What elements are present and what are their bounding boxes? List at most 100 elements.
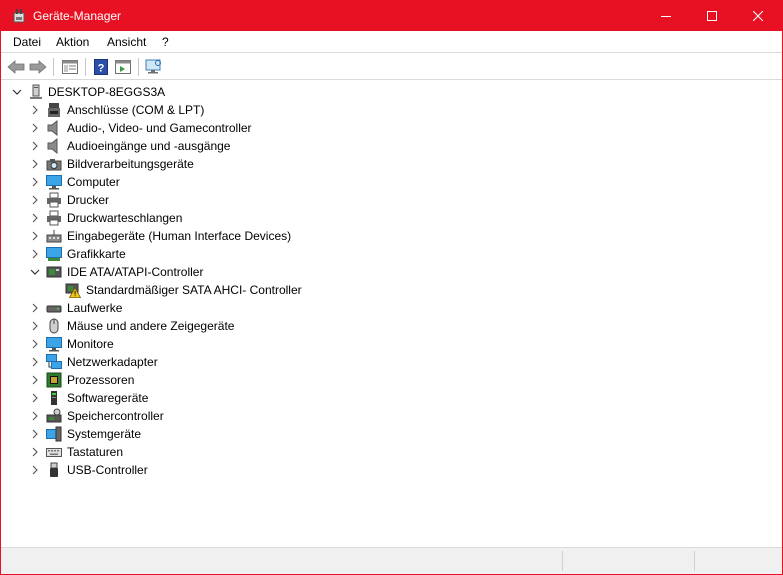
- tree-category-hid[interactable]: Eingabegeräte (Human Interface Devices): [1, 227, 401, 245]
- tree-category-label: Drucker: [67, 193, 110, 207]
- device-tree[interactable]: DESKTOP-8EGGS3A Anschlüsse (COM & LPT) A…: [1, 81, 782, 546]
- chevron-right-icon[interactable]: [30, 321, 40, 331]
- chevron-right-icon[interactable]: [30, 195, 40, 205]
- back-icon: [7, 60, 25, 74]
- maximize-button[interactable]: [689, 1, 735, 31]
- minimize-button[interactable]: [643, 1, 689, 31]
- warning-controller-icon: [65, 283, 81, 298]
- chevron-right-icon[interactable]: [30, 231, 40, 241]
- chevron-down-icon[interactable]: [12, 87, 22, 97]
- chevron-right-icon[interactable]: [30, 105, 40, 115]
- chevron-down-icon[interactable]: [30, 267, 40, 277]
- tree-category-monitors[interactable]: Monitore: [1, 335, 401, 353]
- tree-category-storage-controllers[interactable]: Speichercontroller: [1, 407, 401, 425]
- computer-root-icon: [30, 84, 42, 99]
- tree-root[interactable]: DESKTOP-8EGGS3A: [1, 83, 401, 101]
- tree-category-computer[interactable]: Computer: [1, 173, 401, 191]
- camera-icon: [46, 159, 62, 171]
- tree-category-label: Prozessoren: [67, 373, 135, 387]
- ide-controller-icon: [46, 266, 62, 278]
- maximize-icon: [707, 11, 717, 21]
- tree-category-label: Computer: [67, 175, 120, 189]
- chevron-right-icon[interactable]: [30, 411, 40, 421]
- tree-category-ports[interactable]: Anschlüsse (COM & LPT): [1, 101, 401, 119]
- tree-category-audio-video[interactable]: Audio-, Video- und Gamecontroller: [1, 119, 401, 137]
- chevron-right-icon[interactable]: [30, 123, 40, 133]
- tree-category-audio-io[interactable]: Audioeingänge und -ausgänge: [1, 137, 401, 155]
- scan-hardware-button[interactable]: [144, 57, 164, 77]
- chevron-right-icon[interactable]: [30, 429, 40, 439]
- menu-file[interactable]: Datei: [13, 35, 41, 49]
- tree-category-mice[interactable]: Mäuse und andere Zeigegeräte: [1, 317, 401, 335]
- chevron-right-icon[interactable]: [30, 447, 40, 457]
- tree-category-usb[interactable]: USB-Controller: [1, 461, 401, 479]
- properties-icon: [62, 60, 78, 74]
- processor-icon: [46, 372, 62, 388]
- help-button[interactable]: ?: [91, 57, 111, 77]
- tree-category-print-queues[interactable]: Druckwarteschlangen: [1, 209, 401, 227]
- tree-category-label: Audioeingänge und -ausgänge: [67, 139, 231, 153]
- toolbar-separator: [85, 58, 86, 76]
- tree-category-imaging[interactable]: Bildverarbeitungsgeräte: [1, 155, 401, 173]
- hid-icon: [46, 230, 62, 243]
- view-button[interactable]: [113, 57, 133, 77]
- tree-category-label: Grafikkarte: [67, 247, 126, 261]
- monitor-icon: [46, 337, 62, 352]
- chevron-right-icon[interactable]: [30, 303, 40, 313]
- tree-category-label: Laufwerke: [67, 301, 123, 315]
- storage-controller-icon: [46, 408, 62, 423]
- tree-category-software-devices[interactable]: Softwaregeräte: [1, 389, 401, 407]
- chevron-right-icon[interactable]: [30, 249, 40, 259]
- tree-category-keyboards[interactable]: Tastaturen: [1, 443, 401, 461]
- window-title: Geräte-Manager: [33, 9, 122, 23]
- tree-category-label: Eingabegeräte (Human Interface Devices): [67, 229, 292, 243]
- tree-category-network[interactable]: Netzwerkadapter: [1, 353, 401, 371]
- toolbar: ?: [1, 54, 782, 80]
- tree-category-ide[interactable]: IDE ATA/ATAPI-Controller: [1, 263, 401, 281]
- chevron-right-icon[interactable]: [30, 339, 40, 349]
- properties-button[interactable]: [60, 57, 80, 77]
- tree-category-printers[interactable]: Drucker: [1, 191, 401, 209]
- tree-category-display-adapters[interactable]: Grafikkarte: [1, 245, 401, 263]
- tree-category-label: Bildverarbeitungsgeräte: [67, 157, 194, 171]
- menu-help[interactable]: ?: [162, 35, 169, 49]
- tree-category-processors[interactable]: Prozessoren: [1, 371, 401, 389]
- software-device-icon: [51, 391, 57, 405]
- tree-category-system-devices[interactable]: Systemgeräte: [1, 425, 401, 443]
- tree-category-label: Tastaturen: [67, 445, 124, 459]
- svg-text:?: ?: [98, 63, 105, 75]
- device-manager-app-icon: [11, 8, 27, 24]
- view-icon: [115, 60, 131, 74]
- tree-device-sata-ahci[interactable]: Standardmäßiger SATA AHCI- Controller: [1, 281, 401, 299]
- network-icon: [46, 354, 62, 369]
- tree-category-label: Audio-, Video- und Gamecontroller: [67, 121, 252, 135]
- tree-category-disk-drives[interactable]: Laufwerke: [1, 299, 401, 317]
- mouse-icon: [49, 318, 59, 334]
- speaker-icon: [47, 120, 58, 136]
- chevron-right-icon[interactable]: [30, 213, 40, 223]
- port-icon: [48, 103, 60, 117]
- chevron-right-icon[interactable]: [30, 357, 40, 367]
- monitor-scan-icon: [145, 59, 161, 74]
- forward-button[interactable]: [28, 57, 48, 77]
- menu-view[interactable]: Ansicht: [107, 35, 146, 49]
- chevron-right-icon[interactable]: [30, 159, 40, 169]
- chevron-right-icon[interactable]: [30, 465, 40, 475]
- chevron-right-icon[interactable]: [30, 393, 40, 403]
- tree-category-label: Netzwerkadapter: [67, 355, 158, 369]
- tree-category-label: Speichercontroller: [67, 409, 164, 423]
- back-button[interactable]: [6, 57, 26, 77]
- menu-action[interactable]: Aktion: [56, 35, 89, 49]
- keyboard-icon: [46, 448, 62, 457]
- close-button[interactable]: [735, 1, 781, 31]
- status-divider: [694, 551, 695, 571]
- usb-icon: [50, 462, 58, 477]
- chevron-right-icon[interactable]: [30, 375, 40, 385]
- toolbar-separator: [138, 58, 139, 76]
- title-bar[interactable]: Geräte-Manager: [1, 1, 782, 31]
- chevron-right-icon[interactable]: [30, 141, 40, 151]
- help-icon: ?: [94, 59, 108, 75]
- tree-device-label: Standardmäßiger SATA AHCI- Controller: [86, 283, 302, 297]
- chevron-right-icon[interactable]: [30, 177, 40, 187]
- disk-drive-icon: [46, 305, 62, 313]
